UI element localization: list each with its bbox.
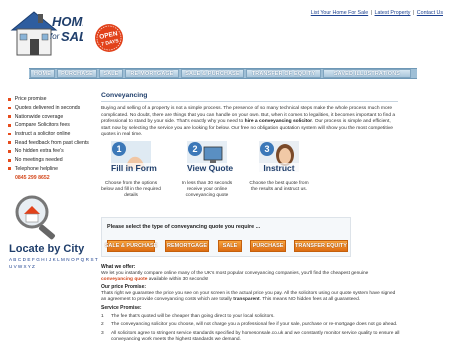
list-item: Compare Solicitors fees: [8, 121, 93, 130]
svg-text:3: 3: [264, 144, 269, 154]
city-letters-row-2[interactable]: U V W X Y Z: [9, 264, 35, 269]
step-instruct: 3 Instruct Choose the best quote from th…: [249, 141, 309, 193]
list-item: Telephone helpline: [8, 165, 93, 174]
list-item: No hidden extra fee's: [8, 147, 93, 156]
homes-for-sale-logo[interactable]: HOMES for SALE: [8, 6, 83, 60]
step-fill-in-form: 1 Fill in Form Choose from the options b…: [101, 141, 161, 199]
list-your-home-link[interactable]: List Your Home For Sale: [311, 10, 368, 16]
latest-property-link[interactable]: Latest Property: [375, 10, 411, 16]
step-view-quote: 2 View Quote In less than 30 seconds rec…: [177, 141, 237, 199]
city-letters-row-1[interactable]: A B C D E F G H I J K L M N O P Q R S T: [9, 257, 98, 262]
nav-sale-purchase[interactable]: SALE & PURCHASE: [181, 69, 244, 78]
bullet-icon: [8, 167, 11, 171]
bullet-icon: [8, 141, 11, 145]
top-links: List Your Home For Sale | Latest Propert…: [310, 10, 443, 16]
main-content: Conveyancing Buying and selling of a pro…: [101, 92, 398, 139]
list-item: Instruct a solicitor online: [8, 130, 93, 139]
quote-type-panel: Please select the type of conveyancing q…: [101, 217, 351, 257]
page-title: Conveyancing: [101, 92, 398, 102]
bullet-icon: [8, 124, 11, 127]
features-list: Price promise Quotes delivered in second…: [8, 95, 93, 173]
price-promise-text: Thats right we guarantee the price you s…: [101, 291, 396, 302]
svg-text:SALE: SALE: [61, 29, 83, 44]
transfer-equity-button[interactable]: TRANSFER EQUITY: [294, 240, 348, 252]
what-we-offer-text: We let you instantly compare online many…: [101, 270, 369, 282]
what-we-offer-section: What we offer: We let you instantly comp…: [101, 264, 401, 346]
list-item: 2 The conveyancing solicitor you choose, …: [101, 322, 398, 328]
nav-home[interactable]: HOME: [30, 69, 55, 78]
phone-number: 0845 299 8652: [15, 175, 50, 182]
nav-saved-illustrations[interactable]: SAVED ILLUSTRATIONS: [323, 69, 411, 78]
main-nav: HOME PURCHASE SALE RE-MORTGAGE SALE & PU…: [29, 68, 417, 79]
nav-sale[interactable]: SALE: [99, 69, 123, 78]
list-item: 3 All solicitors agree to stringent servi…: [101, 331, 400, 342]
list-item: 1 The fee that's quoted will be cheaper t…: [101, 313, 275, 319]
nav-purchase[interactable]: PURCHASE: [57, 69, 97, 78]
svg-text:2: 2: [192, 144, 197, 154]
nav-re-mortgage[interactable]: RE-MORTGAGE: [125, 69, 179, 78]
contact-us-link[interactable]: Contact Us: [417, 10, 443, 16]
bullet-icon: [8, 158, 11, 162]
sale-purchase-button[interactable]: SALE & PURCHASE: [105, 240, 157, 252]
list-item: Price promise: [8, 95, 93, 104]
list-item: Quotes delivered in seconds: [8, 104, 93, 113]
remortgage-button[interactable]: REMORTGAGE: [165, 240, 209, 252]
sidebar: Price promise Quotes delivered in second…: [8, 95, 93, 181]
nav-transfer-of-equity[interactable]: TRANSFER OF EQUITY: [246, 69, 321, 78]
step-3-image: 3 Instruct: [259, 141, 299, 173]
intro-text: Buying and selling of a property is not …: [101, 106, 396, 137]
magnifier-house-icon: [15, 195, 55, 240]
locate-by-city-title: Locate by City: [9, 243, 85, 255]
sale-button[interactable]: SALE: [218, 240, 242, 252]
svg-text:1: 1: [116, 144, 121, 154]
list-item: No meetings needed: [8, 156, 93, 165]
svg-text:HOMES: HOMES: [52, 14, 83, 29]
purchase-button[interactable]: PURCHASE: [250, 240, 286, 252]
bullet-icon: [8, 115, 11, 119]
list-item: Read feedback from past clients: [8, 138, 93, 147]
service-promise-list: 1 The fee that's quoted will be cheaper t…: [101, 314, 401, 343]
open-7-days-badge: OPEN 7 DAYS: [95, 24, 123, 52]
steps-section: 1 Fill in Form Choose from the options b…: [101, 141, 341, 211]
bullet-icon: [8, 106, 11, 110]
service-promise-heading: Service Promise:: [101, 304, 142, 311]
quote-type-heading: Please select the type of conveyancing q…: [107, 224, 261, 230]
bullet-icon: [8, 150, 11, 153]
svg-text:for: for: [50, 32, 60, 41]
list-item: Nationwide coverage: [8, 112, 93, 121]
step-2-image: 2 View Quote: [187, 141, 233, 173]
bullet-icon: [8, 132, 11, 136]
step-1-image: 1 Fill in Form: [111, 141, 157, 173]
bullet-icon: [8, 97, 11, 101]
